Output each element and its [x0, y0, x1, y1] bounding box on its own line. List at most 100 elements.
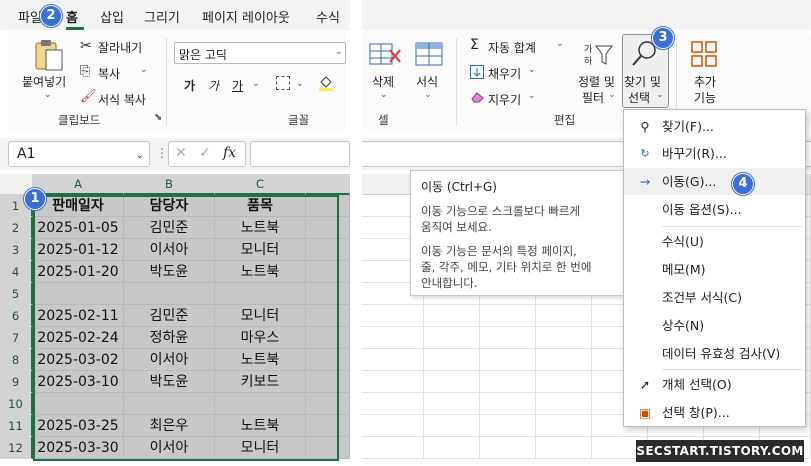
row-header[interactable]: 2 [0, 217, 33, 239]
table-cell[interactable] [424, 371, 480, 393]
format-painter-label[interactable]: 서식 복사 [98, 91, 146, 108]
clear-chevron-icon[interactable]: ⌄ [528, 91, 536, 101]
fill-icon[interactable] [470, 65, 484, 79]
table-cell[interactable]: 이서아 [124, 349, 215, 371]
table-cell[interactable]: 노트북 [215, 415, 306, 437]
table-cell[interactable] [536, 415, 592, 437]
table-cell[interactable] [306, 415, 350, 437]
clear-label[interactable]: 지우기 [488, 91, 521, 108]
menu-item-data-validation[interactable]: 데이터 유효성 검사(V) [624, 340, 805, 367]
row-header[interactable]: 9 [0, 371, 33, 393]
table-cell[interactable]: 이서아 [124, 437, 215, 459]
font-name-select[interactable]: 맑은 고딕 ⌄ [174, 42, 346, 64]
border-chevron-icon[interactable]: ⌄ [296, 79, 304, 89]
addins-icon[interactable] [690, 40, 718, 68]
table-cell[interactable] [306, 349, 350, 371]
table-cell[interactable] [306, 305, 350, 327]
table-cell[interactable] [480, 393, 536, 415]
table-cell[interactable]: 노트북 [215, 349, 306, 371]
tab-formulas[interactable]: 수식 [316, 7, 340, 26]
table-cell[interactable] [424, 415, 480, 437]
column-header-c[interactable]: C [215, 174, 306, 195]
table-cell[interactable] [362, 305, 424, 327]
row-header[interactable]: 8 [0, 349, 33, 371]
cut-label[interactable]: 잘라내기 [98, 39, 142, 56]
cancel-entry-icon[interactable]: ✕ [175, 145, 187, 161]
menu-item-select-objects[interactable]: ➚ 개체 선택(O) [624, 371, 805, 398]
column-header-b[interactable]: B [124, 174, 215, 195]
table-cell[interactable] [215, 393, 306, 415]
format-chevron-icon[interactable]: ⌄ [424, 90, 432, 100]
header-cell[interactable] [306, 195, 350, 217]
table-cell[interactable]: 김민준 [124, 217, 215, 239]
autosum-icon[interactable]: Σ [470, 37, 479, 53]
table-cell[interactable]: 모니터 [215, 239, 306, 261]
delete-label[interactable]: 삭제 [372, 73, 394, 90]
table-cell[interactable]: 모니터 [215, 305, 306, 327]
column-header-a[interactable]: A [33, 174, 124, 195]
copy-label[interactable]: 복사 [98, 65, 120, 82]
table-cell[interactable] [124, 393, 215, 415]
tab-draw[interactable]: 그리기 [144, 7, 180, 26]
table-cell[interactable] [424, 305, 480, 327]
table-cell[interactable]: 2025-01-20 [33, 261, 124, 283]
table-cell[interactable] [424, 349, 480, 371]
table-cell[interactable]: 키보드 [215, 371, 306, 393]
table-cell[interactable] [362, 327, 424, 349]
table-cell[interactable]: 이서아 [124, 239, 215, 261]
table-cell[interactable] [480, 415, 536, 437]
delete-cells-icon[interactable] [368, 40, 402, 68]
name-box[interactable]: A1 ⌄ [8, 141, 150, 167]
sort-filter-chevron-icon[interactable]: ⌄ [608, 90, 616, 100]
tab-insert[interactable]: 삽입 [100, 7, 124, 26]
table-cell[interactable] [536, 437, 592, 459]
table-cell[interactable]: 2025-03-02 [33, 349, 124, 371]
row-header[interactable]: 6 [0, 305, 33, 327]
italic-button[interactable]: 가 [208, 77, 219, 94]
fill-color-icon[interactable] [318, 74, 334, 92]
row-header[interactable]: 7 [0, 327, 33, 349]
underline-button[interactable]: 가 [232, 77, 243, 94]
table-cell[interactable] [33, 283, 124, 305]
table-cell[interactable] [480, 371, 536, 393]
table-cell[interactable] [424, 437, 480, 459]
table-cell[interactable]: 2025-03-10 [33, 371, 124, 393]
name-box-chevron-icon[interactable]: ⌄ [135, 148, 144, 161]
table-cell[interactable] [306, 327, 350, 349]
table-cell[interactable] [480, 349, 536, 371]
header-cell[interactable]: 품목 [215, 195, 306, 217]
addins-label-1[interactable]: 추가 [694, 73, 716, 90]
more-options-icon[interactable]: ⋮ [156, 146, 168, 160]
table-cell[interactable]: 최은우 [124, 415, 215, 437]
dialog-launcher-icon[interactable]: ⬊ [154, 112, 162, 123]
table-cell[interactable] [306, 261, 350, 283]
row-header[interactable]: 3 [0, 239, 33, 261]
header-cell[interactable]: 판매일자 [33, 195, 124, 217]
paste-label[interactable]: 붙여넣기 [22, 73, 66, 90]
row-header[interactable]: 5 [0, 283, 33, 305]
table-cell[interactable] [124, 283, 215, 305]
table-cell[interactable] [362, 415, 424, 437]
table-cell[interactable]: 2025-03-30 [33, 437, 124, 459]
formula-input[interactable] [250, 141, 350, 167]
table-cell[interactable]: 마우스 [215, 327, 306, 349]
cut-icon[interactable]: ✂ [80, 38, 92, 54]
table-cell[interactable] [536, 393, 592, 415]
copy-icon[interactable]: ⎘ [80, 64, 90, 79]
tab-page-layout[interactable]: 페이지 레이아웃 [202, 7, 290, 26]
confirm-entry-icon[interactable]: ✓ [199, 145, 211, 161]
table-cell[interactable] [536, 305, 592, 327]
table-cell[interactable] [424, 327, 480, 349]
table-cell[interactable]: 2025-02-11 [33, 305, 124, 327]
row-header[interactable]: 4 [0, 261, 33, 283]
table-cell[interactable] [362, 437, 424, 459]
table-cell[interactable] [33, 393, 124, 415]
underline-chevron-icon[interactable]: ⌄ [252, 79, 260, 89]
table-cell[interactable]: 2025-03-25 [33, 415, 124, 437]
table-cell[interactable] [306, 217, 350, 239]
copy-chevron-icon[interactable]: ⌄ [140, 65, 148, 75]
menu-item-replace[interactable]: ↻ 바꾸기(R)... [624, 140, 805, 167]
menu-item-selection-pane[interactable]: ▣ 선택 창(P)... [624, 399, 805, 426]
delete-chevron-icon[interactable]: ⌄ [380, 90, 388, 100]
table-cell[interactable] [306, 283, 350, 305]
